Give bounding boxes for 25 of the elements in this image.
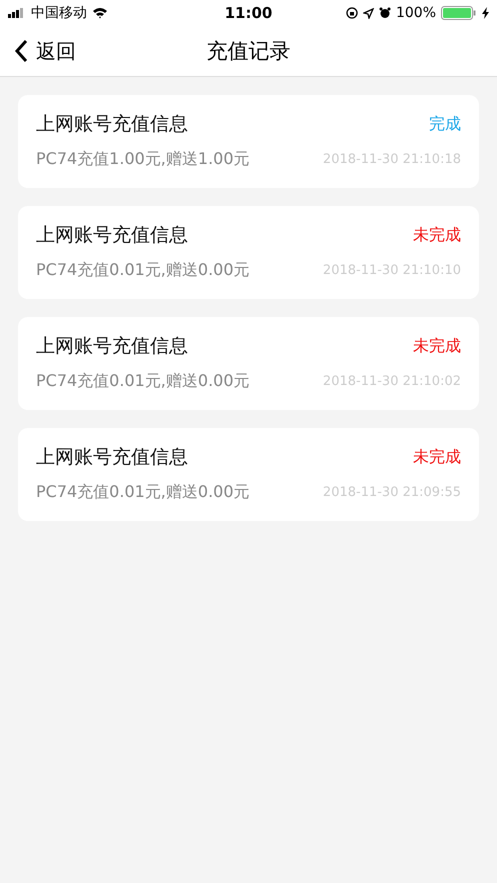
record-status: 未完成 <box>413 224 461 246</box>
clock-time: 11:00 <box>224 4 272 22</box>
record-title: 上网账号充值信息 <box>36 223 188 248</box>
back-button[interactable]: 返回 <box>0 38 76 64</box>
record-detail: PC74充值0.01元,赠送0.00元 <box>36 482 250 503</box>
record-title: 上网账号充值信息 <box>36 445 188 470</box>
battery-percent: 100% <box>396 5 436 21</box>
rotation-lock-icon <box>346 7 358 19</box>
record-detail: PC74充值0.01元,赠送0.00元 <box>36 260 250 281</box>
charging-bolt-icon <box>482 7 489 19</box>
record-detail: PC74充值0.01元,赠送0.00元 <box>36 371 250 392</box>
location-arrow-icon <box>362 8 374 18</box>
record-status: 完成 <box>429 114 461 134</box>
record-title: 上网账号充值信息 <box>36 112 188 137</box>
record-status: 未完成 <box>413 446 461 468</box>
wifi-icon <box>92 7 108 19</box>
alarm-icon <box>378 7 391 19</box>
carrier-name: 中国移动 <box>31 4 87 22</box>
record-title: 上网账号充值信息 <box>36 334 188 359</box>
chevron-left-icon <box>14 39 28 63</box>
record-status: 未完成 <box>413 336 461 356</box>
signal-icon <box>8 8 26 18</box>
battery-icon <box>441 6 477 20</box>
page-title: 充值记录 <box>206 38 290 65</box>
record-detail: PC74充值1.00元,赠送1.00元 <box>36 149 250 170</box>
